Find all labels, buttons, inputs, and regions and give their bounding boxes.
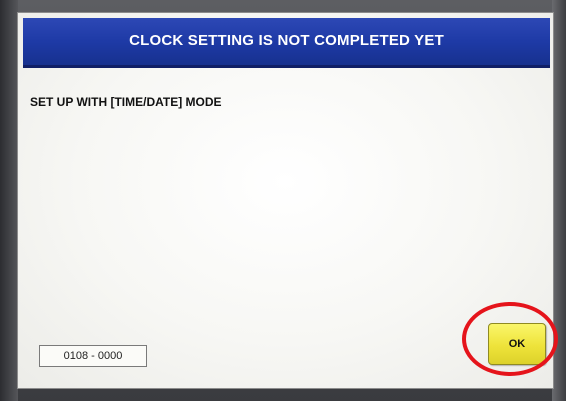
ok-button[interactable]: OK	[488, 323, 546, 365]
error-code-box: 0108 - 0000	[39, 345, 147, 367]
dialog-title: CLOCK SETTING IS NOT COMPLETED YET	[129, 32, 444, 49]
error-code: 0108 - 0000	[63, 350, 123, 362]
display-screen: CLOCK SETTING IS NOT COMPLETED YET SET U…	[17, 12, 554, 389]
dialog-message: SET UP WITH [TIME/DATE] MODE	[30, 95, 222, 109]
dialog-title-bar: CLOCK SETTING IS NOT COMPLETED YET	[23, 18, 550, 68]
ok-button-label: OK	[508, 338, 526, 350]
device-bezel-left	[0, 0, 18, 401]
device-bezel-right	[552, 0, 566, 401]
